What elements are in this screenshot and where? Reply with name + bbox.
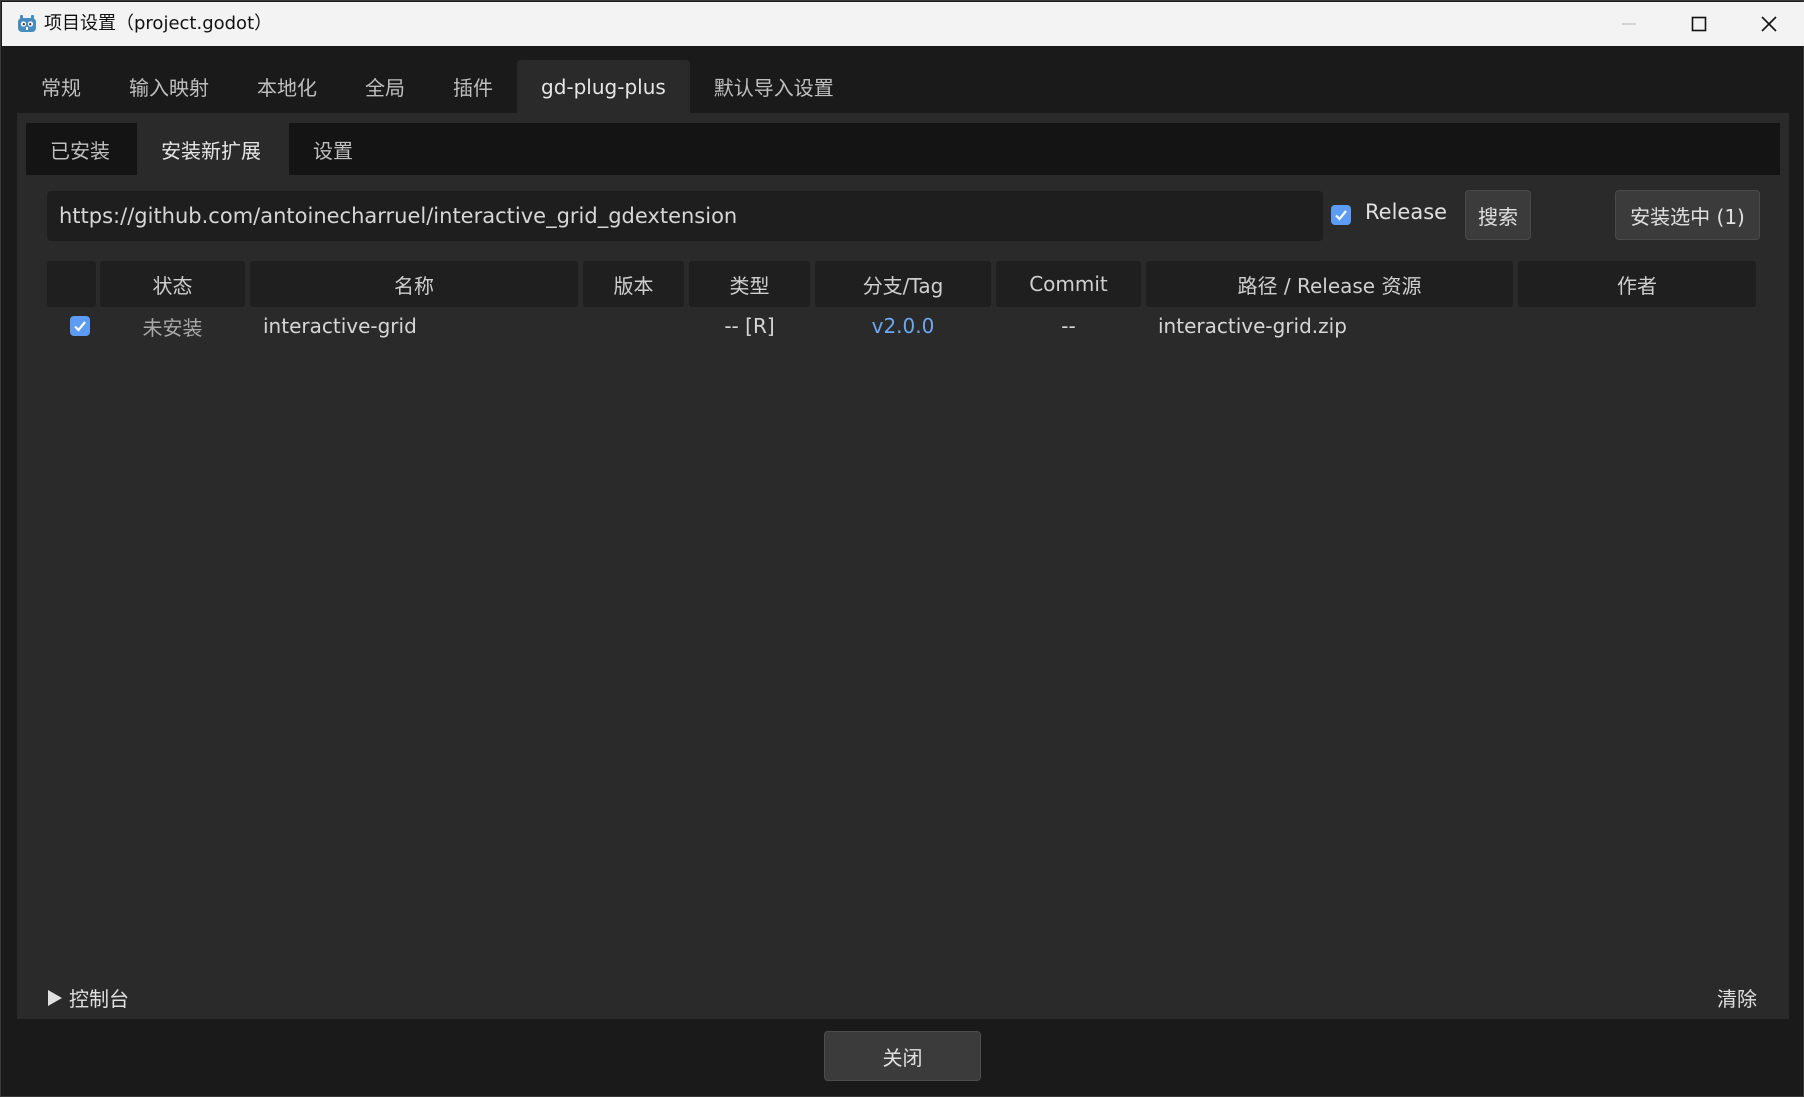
column-header-author[interactable]: 作者: [1518, 261, 1756, 307]
row-select-checkbox[interactable]: [70, 316, 90, 336]
column-header-status[interactable]: 状态: [100, 261, 245, 307]
console-toggle[interactable]: 控制台: [47, 983, 129, 1012]
minimize-button[interactable]: [1594, 2, 1664, 46]
tab-localization[interactable]: 本地化: [233, 60, 341, 113]
tab-input-map[interactable]: 输入映射: [105, 60, 233, 113]
subtab-installed[interactable]: 已安装: [26, 123, 137, 175]
row-name: interactive-grid: [263, 314, 417, 338]
row-author: [1518, 309, 1756, 343]
row-branch-tag-link[interactable]: v2.0.0: [815, 309, 991, 343]
install-selected-button[interactable]: 安装选中 (1): [1615, 190, 1760, 240]
title-bar: 项目设置（project.godot）: [2, 2, 1804, 46]
tab-globals[interactable]: 全局: [341, 60, 429, 113]
maximize-icon: [1691, 16, 1707, 32]
column-header-version[interactable]: 版本: [583, 261, 684, 307]
subtab-install-new[interactable]: 安装新扩展: [137, 123, 289, 175]
window-title: 项目设置（project.godot）: [44, 13, 273, 34]
minimize-icon: [1622, 23, 1636, 25]
release-label[interactable]: Release: [1365, 200, 1447, 224]
row-commit: --: [1061, 314, 1076, 338]
column-header-commit[interactable]: Commit: [996, 261, 1141, 307]
tab-gd-plug-plus[interactable]: gd-plug-plus: [517, 60, 690, 113]
expand-triangle-icon: [48, 989, 62, 1006]
column-header-name[interactable]: 名称: [250, 261, 578, 307]
close-button[interactable]: 关闭: [824, 1031, 981, 1081]
godot-logo-icon: [18, 15, 36, 32]
column-header-path[interactable]: 路径 / Release 资源: [1146, 261, 1513, 307]
close-window-button[interactable]: [1734, 2, 1804, 46]
row-status: 未安装: [142, 315, 203, 340]
checkmark-icon: [1335, 210, 1347, 221]
tab-general[interactable]: 常规: [17, 60, 105, 113]
tab-plugins[interactable]: 插件: [429, 60, 517, 113]
repo-url-input[interactable]: https://github.com/antoinecharruel/inter…: [47, 191, 1323, 241]
column-header-branch-tag[interactable]: 分支/Tag: [815, 261, 991, 307]
tab-import-defaults[interactable]: 默认导入设置: [690, 60, 858, 113]
maximize-button[interactable]: [1664, 2, 1734, 46]
release-checkbox[interactable]: [1331, 205, 1351, 225]
row-version: [583, 309, 684, 343]
row-path: interactive-grid.zip: [1158, 314, 1347, 338]
project-settings-window: 项目设置（project.godot） 常规 输入映射 本地化 全局 插件 gd…: [0, 0, 1804, 1097]
column-header-select: [47, 261, 96, 307]
main-tab-bar: 常规 输入映射 本地化 全局 插件 gd-plug-plus 默认导入设置: [17, 60, 858, 113]
checkmark-icon: [74, 321, 86, 332]
subtab-settings[interactable]: 设置: [289, 123, 389, 175]
gd-plug-plus-panel: 已安装 安装新扩展 设置 https://github.com/antoinec…: [17, 113, 1789, 1019]
column-header-type[interactable]: 类型: [689, 261, 810, 307]
search-button[interactable]: 搜索: [1465, 190, 1531, 240]
row-type: -- [R]: [724, 314, 775, 338]
close-icon: [1761, 16, 1777, 32]
clear-button[interactable]: 清除: [1717, 983, 1757, 1012]
sub-tab-bar: 已安装 安装新扩展 设置: [26, 123, 1780, 175]
console-label: 控制台: [69, 987, 129, 1011]
